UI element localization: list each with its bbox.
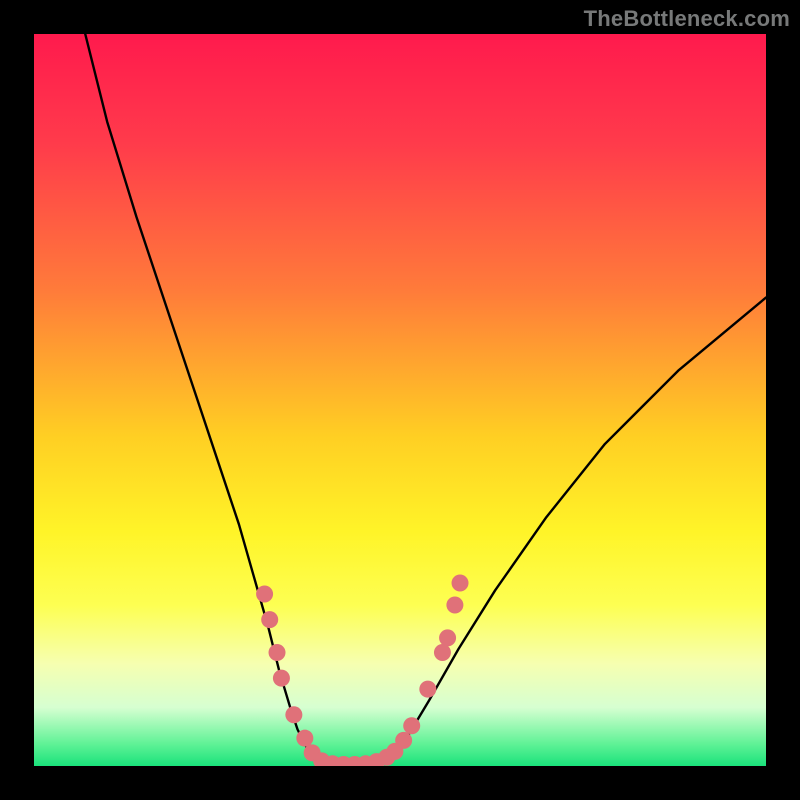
plot-area: [34, 34, 766, 766]
marker-dot: [296, 730, 313, 747]
marker-dot: [395, 732, 412, 749]
watermark-text: TheBottleneck.com: [584, 6, 790, 32]
marker-dot: [256, 585, 273, 602]
marker-dot: [403, 717, 420, 734]
chart-svg: [34, 34, 766, 766]
marker-dot: [273, 670, 290, 687]
marker-dot: [446, 596, 463, 613]
marker-dot: [434, 644, 451, 661]
marker-dot: [269, 644, 286, 661]
marker-dot: [419, 681, 436, 698]
marker-dot: [452, 575, 469, 592]
outer-frame: TheBottleneck.com: [0, 0, 800, 800]
marker-dot: [285, 706, 302, 723]
marker-dot: [439, 629, 456, 646]
gradient-background: [34, 34, 766, 766]
marker-dot: [261, 611, 278, 628]
